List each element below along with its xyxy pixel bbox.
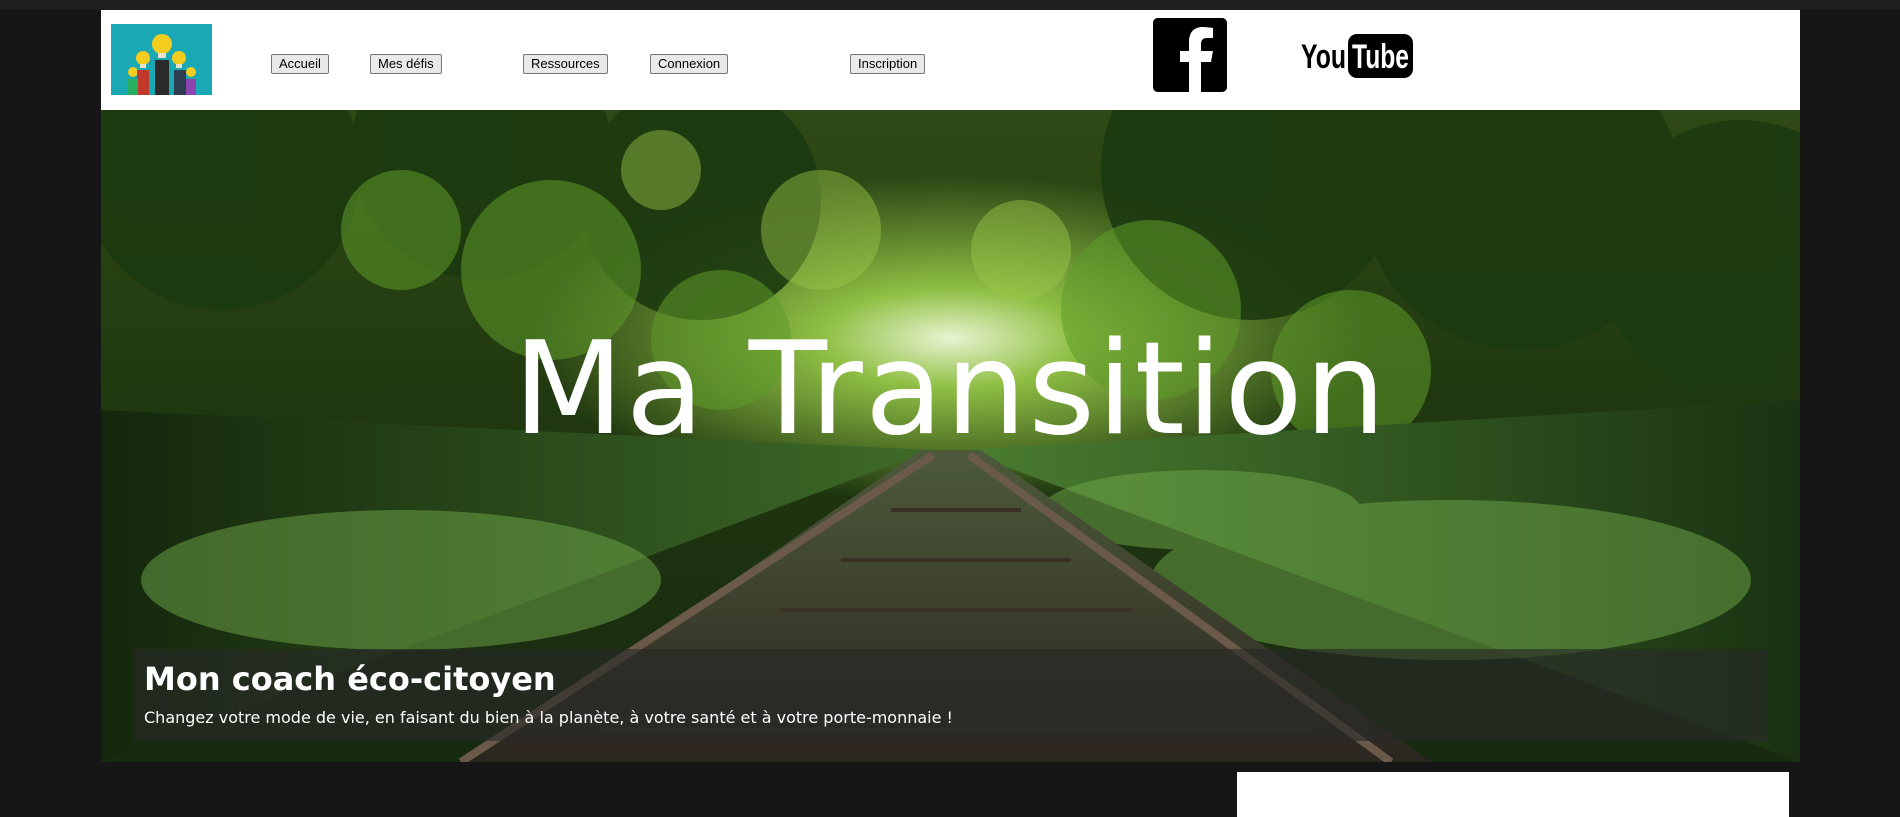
- hero-banner: Ma Transition Mon coach éco-citoyen Chan…: [101, 110, 1800, 762]
- nav-mes-defis-button[interactable]: Mes défis: [370, 54, 442, 74]
- top-strip: [0, 0, 1900, 10]
- nav-ressources-button[interactable]: Ressources: [523, 54, 608, 74]
- hero-caption: Mon coach éco-citoyen Changez votre mode…: [134, 649, 1767, 741]
- youtube-tube-text: Tube: [1352, 38, 1409, 76]
- youtube-you-text: You: [1301, 38, 1346, 76]
- nav-accueil-button[interactable]: Accueil: [271, 54, 329, 74]
- site-header: Accueil Mes défis Ressources Connexion I…: [101, 10, 1800, 110]
- facebook-link[interactable]: [1153, 18, 1227, 92]
- site-logo[interactable]: [111, 24, 212, 95]
- lightbulb-hands-icon: [111, 24, 212, 95]
- caption-text: Changez votre mode de vie, en faisant du…: [144, 708, 953, 727]
- nav-inscription-button[interactable]: Inscription: [850, 54, 926, 74]
- hero-title: Ma Transition: [513, 315, 1388, 464]
- facebook-icon: [1153, 18, 1227, 92]
- youtube-logo: You Tube: [1301, 34, 1413, 78]
- youtube-link[interactable]: You Tube: [1301, 32, 1415, 80]
- nav-connexion-button[interactable]: Connexion: [650, 54, 729, 74]
- caption-title: Mon coach éco-citoyen: [144, 660, 556, 698]
- content-panel: [1237, 772, 1789, 817]
